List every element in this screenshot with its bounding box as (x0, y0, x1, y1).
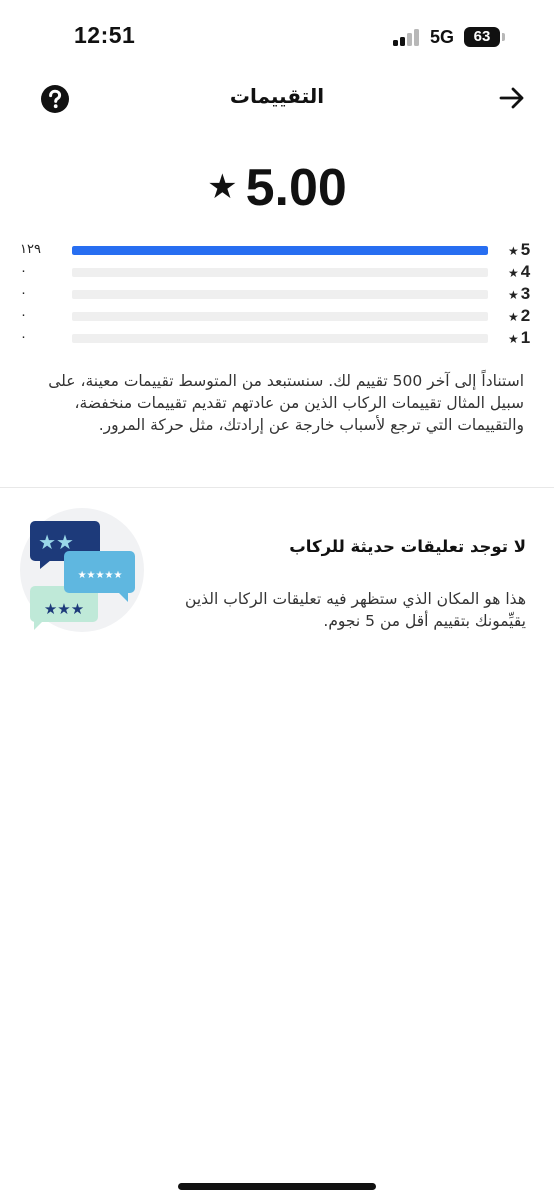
chat-bubbles-stars-icon: ★★★ ★★ ★★★★★ (20, 508, 144, 632)
rating-explanation: استناداً إلى آخر 500 تقييم لك. سنستبعد م… (48, 372, 524, 434)
rating-bar-fill (72, 246, 488, 255)
rating-bar-track (72, 334, 488, 343)
status-time: 12:51 (74, 22, 136, 48)
rating-stars-label: ★ 4 (508, 262, 531, 281)
rating-count: ١٢٩ (20, 242, 41, 257)
home-indicator (178, 1183, 376, 1190)
rating-count: ٠ (20, 264, 27, 279)
rating-bar-track (72, 268, 488, 277)
rating-stars-label: ★ 5 (508, 240, 531, 259)
rating-row-4: ٠ ★ 4 (0, 262, 554, 284)
star-icon: ★ (508, 332, 519, 346)
rating-stars-label: ★ 3 (508, 284, 531, 303)
average-rating: ★ 5.00 (0, 158, 554, 218)
rating-bar-track (72, 312, 488, 321)
rating-row-3: ٠ ★ 3 (0, 284, 554, 306)
empty-comments-description: هذا هو المكان الذي ستظهر فيه تعليقات الر… (185, 590, 526, 630)
star-icon: ★ (508, 310, 519, 324)
star-icon: ★ (207, 167, 238, 207)
star-icon: ★ (508, 244, 519, 258)
star-icon: ★ (508, 288, 519, 302)
svg-text:★★★: ★★★ (44, 600, 84, 618)
rating-bar-track (72, 246, 488, 255)
empty-comments-title: لا توجد تعليقات حديثة للركاب (289, 537, 526, 556)
page-title: التقييمات (229, 84, 325, 108)
rating-count: ٠ (20, 330, 27, 345)
rating-distribution: ١٢٩ ★ 5 ٠ ★ 4 ٠ ★ 3 ٠ ★ 2 ٠ ★ 1 (0, 240, 554, 350)
svg-text:★★: ★★ (38, 530, 74, 554)
rating-row-1: ٠ ★ 1 (0, 328, 554, 350)
cellular-signal-icon (393, 28, 423, 46)
battery-indicator: 63 (464, 27, 500, 47)
rating-bar-track (72, 290, 488, 299)
rating-row-2: ٠ ★ 2 (0, 306, 554, 328)
battery-tip (502, 33, 505, 41)
average-rating-value: 5.00 (245, 159, 347, 217)
rating-count: ٠ (20, 308, 27, 323)
rating-stars-label: ★ 2 (508, 306, 531, 325)
network-type: 5G (430, 27, 455, 47)
rating-count: ٠ (20, 286, 27, 301)
rating-stars-label: ★ 1 (508, 328, 531, 347)
rating-row-5: ١٢٩ ★ 5 (0, 240, 554, 262)
header-bar: التقييمات (0, 70, 554, 130)
section-divider (0, 487, 554, 488)
status-bar: 12:51 5G 63 (0, 0, 554, 70)
star-icon: ★ (508, 266, 519, 280)
svg-text:★★★★★: ★★★★★ (78, 570, 123, 581)
arrow-right-icon[interactable] (498, 84, 526, 112)
